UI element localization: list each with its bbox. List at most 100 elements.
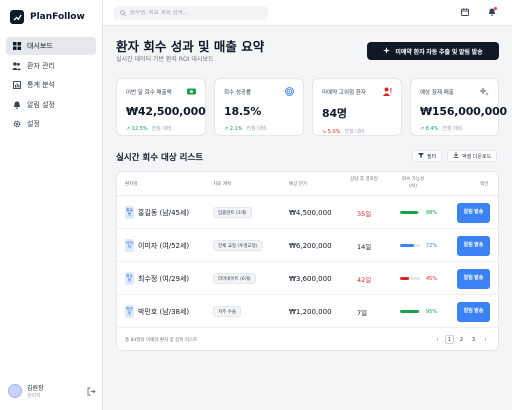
expected-price: ₩4,500,000 xyxy=(289,208,332,217)
stat-card-success-rate: 회수 성공률 18.5% ↗ 2.1% 전월 대비 xyxy=(214,78,304,136)
sidebar-item-alerts[interactable]: 알림 설정 xyxy=(6,96,96,114)
auto-extract-alert-button[interactable]: 미예약 환자 자동 추출 및 알림 발송 xyxy=(367,42,499,60)
recovery-table: 환자명 치료 계획 예상 단가 상담 후 경과일 회수 가능성 (AI) 액션 … xyxy=(116,171,499,351)
sidebar-item-label: 설정 xyxy=(27,120,40,128)
treatment-plan-badge: 임플란트 (3개) xyxy=(213,207,252,218)
money-icon xyxy=(187,87,196,96)
notification-bell-icon[interactable] xyxy=(487,7,497,17)
table-row: 박민호 박민호 (남/38세) 치주 수술 ₩1,200,000 7일 95% … xyxy=(117,295,498,328)
dashboard-icon xyxy=(12,42,21,51)
search-input[interactable] xyxy=(130,10,260,16)
filter-button[interactable]: 필터 xyxy=(412,150,443,162)
sidebar-item-label: 환자 관리 xyxy=(27,61,55,70)
table-row: 홍길동 홍길동 (남/45세) 임플란트 (3개) ₩4,500,000 35일… xyxy=(117,196,498,229)
auto-extract-alert-label: 미예약 환자 자동 추출 및 알림 발송 xyxy=(395,49,483,56)
send-alert-button[interactable]: 알림 발송 xyxy=(457,301,490,322)
excel-download-button[interactable]: 엑셀 다운로드 xyxy=(447,150,498,162)
stat-card-revenue: 이번 달 회수 매출액 ₩42,500,000 ↗ 12.5% 전월 대비 xyxy=(116,78,206,136)
expected-price: ₩1,200,000 xyxy=(289,307,332,316)
stat-value: ₩156,000,000 xyxy=(420,105,507,118)
page-button-2[interactable]: 2 xyxy=(457,335,466,344)
bell-icon xyxy=(12,100,21,109)
sidebar-item-analytics[interactable]: 통계 분석 xyxy=(6,76,96,94)
top-bar xyxy=(103,0,512,26)
column-header-name: 환자명 xyxy=(125,182,138,187)
stat-label: 이번 달 회수 매출액 xyxy=(126,90,172,96)
gear-icon xyxy=(12,120,21,129)
user-profile[interactable]: 김원장 관리자 xyxy=(8,383,96,399)
patient-name[interactable]: 홍길동 (남/45세) xyxy=(138,208,189,218)
logout-icon[interactable] xyxy=(87,387,96,396)
stat-compare: 전월 대비 xyxy=(151,126,172,132)
stat-label: 회수 성공률 xyxy=(224,90,252,96)
filter-icon xyxy=(418,152,424,160)
stat-card-potential: 예상 잠재 매출 ₩156,000,000 ↗ 8.4% 전월 대비 xyxy=(410,78,507,136)
patient-tag: 박민호 xyxy=(125,305,134,318)
column-header-price: 예상 단가 xyxy=(289,182,307,187)
treatment-plan-badge: 치주 수술 xyxy=(213,306,241,317)
expected-price: ₩6,200,000 xyxy=(289,241,332,250)
sidebar-item-label: 알림 설정 xyxy=(27,100,55,109)
treatment-plan-badge: 전체 교정 (투명교정) xyxy=(213,240,263,251)
sidebar-item-patients[interactable]: 환자 관리 xyxy=(6,57,96,75)
send-alert-button[interactable]: 알림 발송 xyxy=(457,202,490,223)
sidebar-nav: 대시보드 환자 관리 통계 분석 알림 설정 설정 xyxy=(6,37,96,135)
days-elapsed: 14일 xyxy=(357,242,372,251)
brand-name: PlanFollow xyxy=(30,12,85,22)
page-subtitle: 실시간 데이터 기반 환자 ROI 대시보드 xyxy=(116,56,214,63)
days-elapsed: 35일 xyxy=(357,209,372,218)
search-icon xyxy=(120,9,126,18)
stat-delta: ↗ 2.1% xyxy=(224,125,243,132)
expected-price: ₩3,600,000 xyxy=(289,274,332,283)
calendar-icon[interactable] xyxy=(460,7,470,17)
patient-name[interactable]: 최수정 (여/29세) xyxy=(138,274,189,284)
probability-bar-fill xyxy=(400,244,415,247)
send-alert-button[interactable]: 알림 발송 xyxy=(457,268,490,289)
table-footer: 총 84명의 미예약 환자 중 상위 리스트 ‹ 1 2 3 › xyxy=(117,327,498,350)
probability-bar xyxy=(400,244,420,247)
table-header: 환자명 치료 계획 예상 단가 상담 후 경과일 회수 가능성 (AI) 액션 xyxy=(117,172,498,196)
probability-bar xyxy=(400,310,420,313)
pagination: ‹ 1 2 3 › xyxy=(433,335,490,344)
stat-value: 18.5% xyxy=(224,105,262,118)
column-header-action: 액션 xyxy=(480,182,489,187)
stat-compare: 전월 대비 xyxy=(442,126,463,132)
brand[interactable]: PlanFollow xyxy=(10,10,85,24)
users-icon xyxy=(12,61,21,70)
sidebar-item-label: 대시보드 xyxy=(27,42,53,50)
notification-dot xyxy=(494,7,497,10)
probability-value: 95% xyxy=(426,308,438,315)
sidebar-item-dashboard[interactable]: 대시보드 xyxy=(6,37,96,55)
prev-page-button[interactable]: ‹ xyxy=(433,335,442,344)
days-elapsed: 42일 xyxy=(357,275,372,284)
treatment-plan-badge: 라미네이트 (6개) xyxy=(213,273,256,284)
patient-tag: 최수정 xyxy=(125,272,134,285)
sidebar-item-settings[interactable]: 설정 xyxy=(6,115,96,133)
stat-compare: 전월 대비 xyxy=(344,129,365,135)
table-footer-note: 총 84명의 미예약 환자 중 상위 리스트 xyxy=(125,338,198,343)
probability-bar-fill xyxy=(400,277,409,280)
stat-delta: ↗ 12.5% xyxy=(126,125,148,132)
filter-label: 필터 xyxy=(427,153,437,160)
list-title: 실시간 회수 대상 리스트 xyxy=(116,153,204,163)
probability-value: 88% xyxy=(426,209,438,216)
patient-tag: 홍길동 xyxy=(125,206,134,219)
user-alert-icon xyxy=(383,87,392,96)
next-page-button[interactable]: › xyxy=(481,335,490,344)
stat-delta: ↗ 8.4% xyxy=(420,125,439,132)
chart-icon xyxy=(12,81,21,90)
stat-card-high-risk: 미예약 고위험 환자 84명 ↘ 5.0% 전월 대비 xyxy=(312,78,402,136)
table-row: 이미자 이미자 (여/52세) 전체 교정 (투명교정) ₩6,200,000 … xyxy=(117,229,498,262)
patient-name[interactable]: 이미자 (여/52세) xyxy=(138,241,189,251)
search-box[interactable] xyxy=(114,6,268,20)
stat-label: 예상 잠재 매출 xyxy=(420,90,454,96)
sparkle-icon xyxy=(383,46,391,56)
send-alert-button[interactable]: 알림 발송 xyxy=(457,235,490,256)
page-button-1[interactable]: 1 xyxy=(445,335,454,344)
download-icon xyxy=(453,152,459,160)
target-icon xyxy=(285,87,294,96)
patient-name[interactable]: 박민호 (남/38세) xyxy=(138,307,189,317)
column-header-plan: 치료 계획 xyxy=(213,182,231,187)
user-role: 관리자 xyxy=(27,393,41,399)
page-button-3[interactable]: 3 xyxy=(469,335,478,344)
